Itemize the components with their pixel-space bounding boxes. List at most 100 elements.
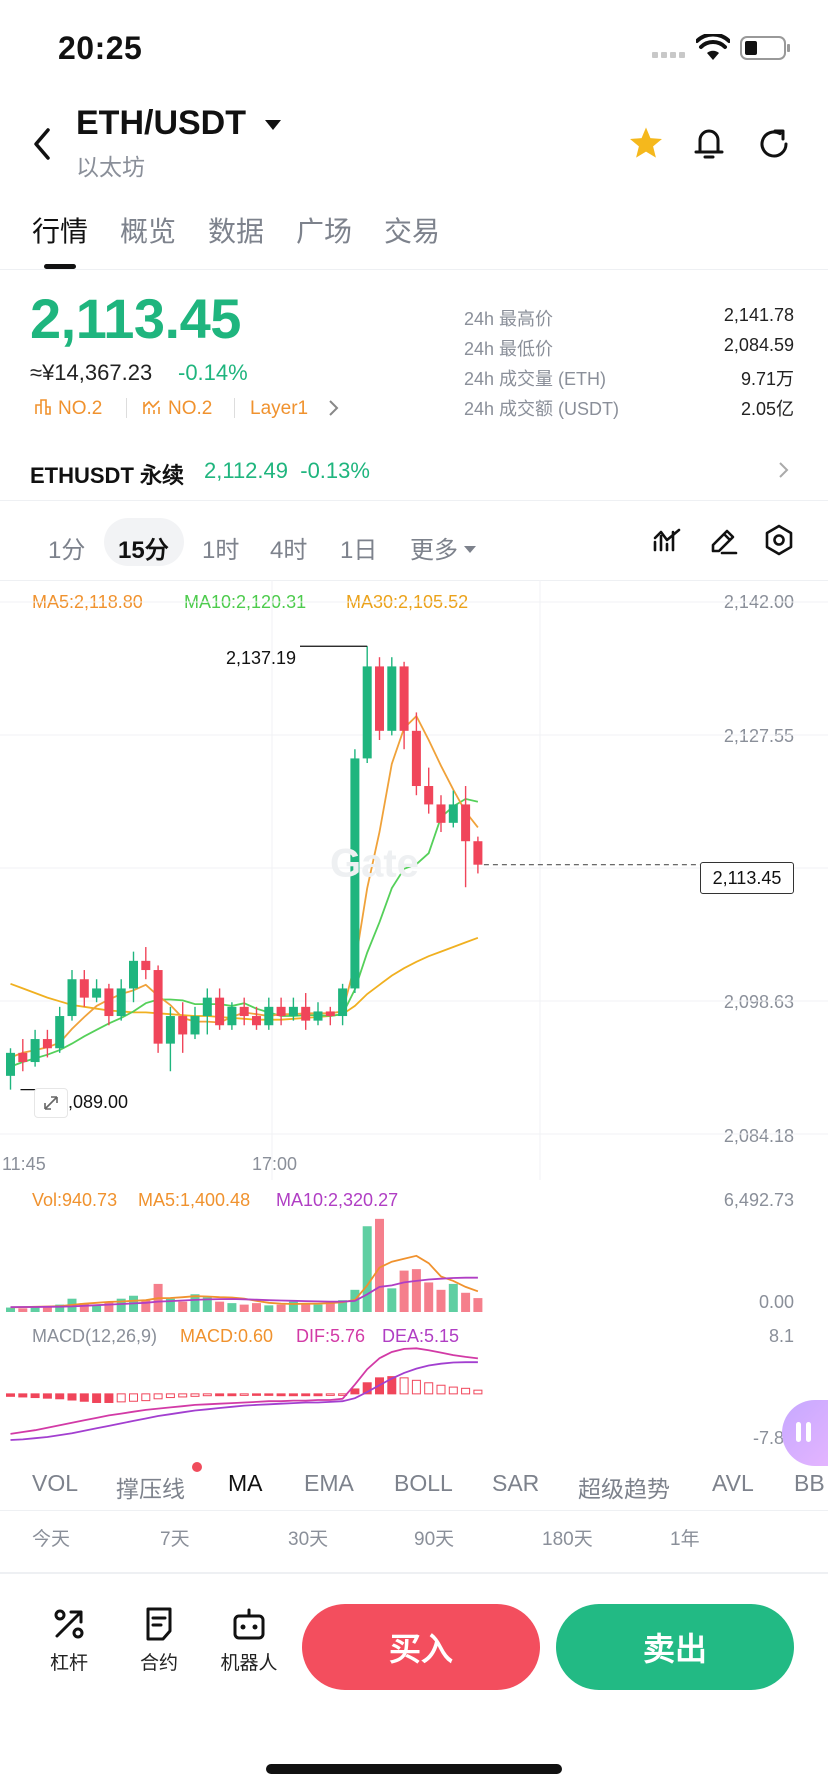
rank-tag-market-cap[interactable]: NO.2 bbox=[34, 398, 102, 420]
buy-button[interactable]: 买入 bbox=[302, 1604, 540, 1690]
candle-body bbox=[215, 997, 225, 1026]
volume-bar bbox=[362, 1226, 372, 1312]
candle bbox=[239, 997, 249, 1026]
indicator-tab-sar[interactable]: SAR bbox=[492, 1470, 539, 1497]
candle bbox=[30, 1029, 40, 1067]
perf-label-180d: 180天 bbox=[542, 1529, 593, 1550]
pair-dropdown-icon[interactable] bbox=[264, 118, 282, 136]
macd-bar bbox=[227, 1393, 237, 1397]
candle-body bbox=[288, 1006, 298, 1017]
watermark-logo: Gate bbox=[330, 842, 419, 886]
interval-15m[interactable]: 15分 bbox=[118, 530, 169, 565]
price-change: -0.14% bbox=[178, 360, 248, 385]
candle bbox=[116, 979, 126, 1021]
perpetual-divider bbox=[0, 500, 828, 501]
contract-label: 合约 bbox=[139, 1653, 178, 1674]
contract-button[interactable]: 合约 bbox=[126, 1604, 192, 1675]
candle bbox=[6, 1048, 15, 1090]
candle-body bbox=[362, 666, 372, 759]
indicator-tab-supertrend[interactable]: 超级趋势 bbox=[578, 1470, 670, 1504]
macd-bar bbox=[473, 1389, 483, 1395]
candle-body bbox=[301, 1006, 311, 1021]
macd-bar bbox=[448, 1386, 458, 1395]
tab-square[interactable]: 广场 bbox=[296, 210, 352, 250]
candle bbox=[55, 1006, 65, 1053]
macd-bar bbox=[67, 1393, 77, 1401]
bot-label: 机器人 bbox=[220, 1653, 278, 1674]
favorite-star-icon[interactable] bbox=[628, 126, 664, 165]
macd-bar bbox=[153, 1393, 163, 1400]
candle-body bbox=[178, 1016, 188, 1035]
chart-settings-icon[interactable] bbox=[764, 524, 794, 561]
indicator-icon[interactable] bbox=[652, 526, 682, 561]
macd-bar bbox=[239, 1393, 249, 1396]
candle-body bbox=[92, 988, 102, 998]
volume-bar bbox=[239, 1304, 249, 1312]
indicator-tab-support-resistance[interactable]: 撑压线 bbox=[116, 1470, 185, 1504]
macd-bar bbox=[42, 1393, 52, 1399]
stat-label-low: 24h 最低价 bbox=[464, 339, 554, 359]
tag-separator bbox=[126, 398, 127, 418]
candle bbox=[202, 988, 212, 1035]
pair-title[interactable]: ETH/USDT bbox=[76, 104, 246, 143]
draw-pencil-icon[interactable] bbox=[708, 526, 738, 561]
macd-bar bbox=[6, 1393, 15, 1397]
volume-bar bbox=[313, 1304, 323, 1312]
indicator-tab-ma[interactable]: MA bbox=[228, 1470, 263, 1497]
tab-market[interactable]: 行情 bbox=[32, 210, 88, 250]
tab-trade[interactable]: 交易 bbox=[384, 210, 440, 250]
bell-icon[interactable] bbox=[692, 124, 726, 167]
wifi-icon bbox=[695, 32, 731, 67]
candle-body bbox=[141, 960, 151, 971]
macd-chart bbox=[6, 1347, 483, 1441]
performance-values-clipped bbox=[30, 1564, 770, 1572]
stat-label-volume: 24h 成交量 (ETH) bbox=[464, 369, 607, 389]
candle-body bbox=[30, 1039, 40, 1063]
bot-button[interactable]: 机器人 bbox=[216, 1604, 282, 1675]
candle-body bbox=[313, 1011, 323, 1021]
stat-label-turnover: 24h 成交额 (USDT) bbox=[464, 399, 620, 419]
refresh-icon[interactable] bbox=[756, 126, 792, 167]
expand-chart-icon[interactable] bbox=[34, 1088, 68, 1118]
candle bbox=[190, 1006, 200, 1040]
back-button[interactable] bbox=[30, 124, 56, 169]
volume-bar bbox=[215, 1301, 225, 1312]
indicator-tab-ema[interactable]: EMA bbox=[304, 1470, 354, 1497]
stat-value-low: 2,084.59 bbox=[723, 335, 794, 355]
current-price-tag: 2,113.45 bbox=[700, 862, 794, 894]
candle-body bbox=[79, 979, 89, 998]
candle-body bbox=[264, 1006, 274, 1026]
interval-1m[interactable]: 1分 bbox=[48, 530, 85, 565]
chevron-right-icon[interactable] bbox=[778, 460, 790, 485]
candle bbox=[375, 657, 384, 741]
chevron-right-icon[interactable] bbox=[328, 398, 340, 423]
bar-chart-icon bbox=[35, 399, 51, 415]
macd-bar bbox=[104, 1393, 114, 1403]
candle-body bbox=[411, 730, 421, 787]
candle-body bbox=[276, 1006, 286, 1017]
macd-bar bbox=[252, 1393, 261, 1396]
x-axis-label: 11:45 bbox=[2, 1154, 46, 1174]
indicator-tab-bb[interactable]: BB bbox=[794, 1470, 825, 1497]
rank-tag-volume[interactable]: NO.2 bbox=[142, 398, 212, 420]
interval-1h[interactable]: 1时 bbox=[202, 530, 239, 565]
status-time: 20:25 bbox=[58, 30, 143, 66]
tab-overview[interactable]: 概览 bbox=[120, 210, 176, 250]
indicator-tab-boll[interactable]: BOLL bbox=[394, 1470, 453, 1497]
candle-body bbox=[424, 786, 434, 805]
indicator-tab-vol[interactable]: VOL bbox=[32, 1470, 78, 1497]
leverage-button[interactable]: 杠杆 bbox=[36, 1604, 102, 1675]
tab-data[interactable]: 数据 bbox=[208, 210, 264, 250]
interval-1d[interactable]: 1日 bbox=[340, 530, 377, 565]
candle-body bbox=[55, 1016, 65, 1049]
trend-chart-icon bbox=[143, 400, 160, 414]
indicator-tab-avl[interactable]: AVL bbox=[712, 1470, 754, 1497]
macd-bar bbox=[202, 1393, 212, 1397]
category-tag[interactable]: Layer1 bbox=[250, 398, 308, 420]
macd-bar bbox=[288, 1393, 298, 1397]
interval-4h[interactable]: 4时 bbox=[270, 530, 307, 565]
candle-body bbox=[325, 1011, 335, 1017]
sell-button[interactable]: 卖出 bbox=[556, 1604, 794, 1690]
interval-more[interactable]: 更多 bbox=[410, 530, 476, 565]
assistant-bubble-icon[interactable] bbox=[782, 1400, 828, 1466]
